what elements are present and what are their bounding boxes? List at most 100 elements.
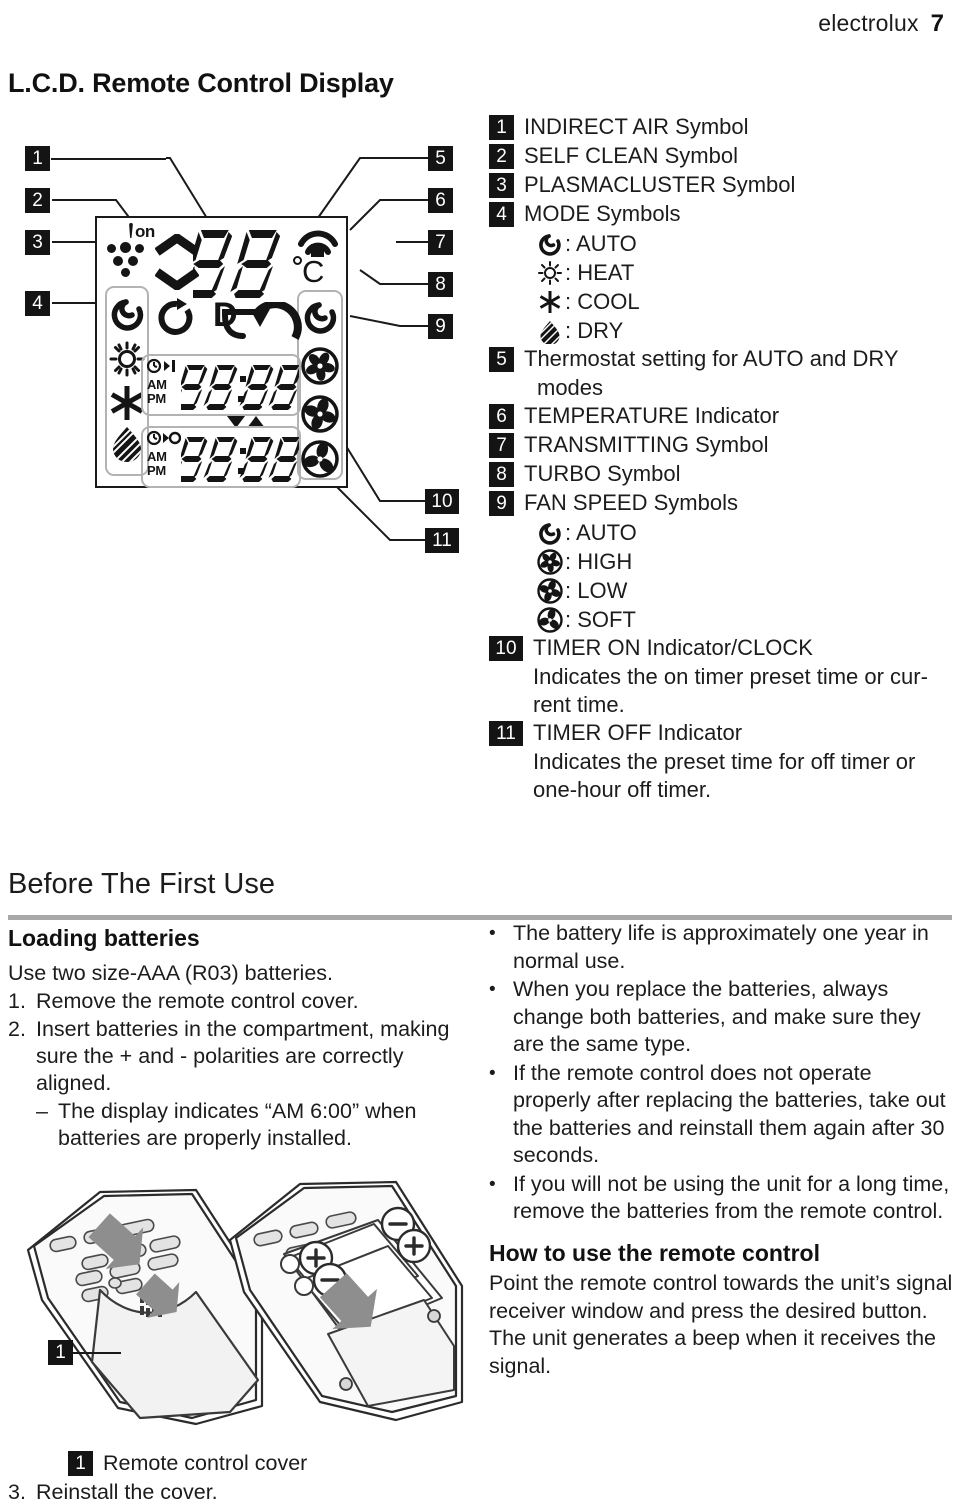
timer-off-clock-icon	[146, 430, 182, 446]
legend-badge-1: 1	[489, 115, 514, 140]
fan-symbol-soft: : SOFT	[537, 605, 954, 634]
bullet-icon: •	[489, 1062, 496, 1084]
fan-symbol-auto: : AUTO	[537, 518, 954, 547]
fan-auto-spiral-icon	[304, 302, 337, 334]
figure-cover-caption: 1 Remote control cover	[68, 1450, 478, 1477]
legend-label-1: INDIRECT AIR Symbol	[524, 114, 749, 139]
how-to-body: Point the remote control towards the uni…	[489, 1271, 953, 1378]
timer-on-clock-icon	[146, 358, 175, 374]
callout-badge-2: 2	[25, 188, 50, 213]
step-3-text: Reinstall the cover.	[36, 1480, 218, 1504]
legend-badge-9: 9	[489, 491, 514, 516]
legend-badge-5: 5	[489, 347, 514, 372]
fan-low-icon	[537, 577, 563, 604]
timer-on-am: AM	[147, 377, 167, 392]
timer-on-digits	[173, 363, 303, 416]
fan-auto-label: : AUTO	[565, 520, 637, 545]
fan-symbol-low: : LOW	[537, 576, 954, 605]
note-bullet-1: • The battery life is approximately one …	[489, 920, 954, 975]
note-text: The display indicates “AM 6:00” when bat…	[58, 1099, 417, 1150]
legend-badge-8: 8	[489, 462, 514, 487]
step-3: 3. Reinstall the cover.	[8, 1479, 478, 1506]
step-2-note: – The display indicates “AM 6:00” when b…	[36, 1098, 468, 1152]
step-2-number: 2.	[8, 1017, 26, 1041]
page-number: 7	[930, 10, 944, 37]
figure-footer: 1 Remote control cover 3. Reinstall the …	[8, 1450, 478, 1506]
swing-arrow-icon	[250, 302, 302, 340]
legend-list: 1 INDIRECT AIR Symbol 2 SELF CLEAN Symbo…	[489, 113, 954, 804]
callout-badge-1: 1	[25, 146, 50, 171]
legend-label-7: TRANSMITTING Symbol	[524, 432, 769, 457]
note-bullet-1-text: The battery life is approximately one ye…	[513, 921, 929, 973]
legend-label-4: MODE Symbols	[524, 201, 681, 226]
fan-low-label: : LOW	[565, 578, 628, 603]
note-bullet-3-text: If the remote control does not operate p…	[513, 1060, 946, 1168]
sun-icon	[537, 260, 563, 286]
callout-badge-4: 4	[25, 291, 50, 316]
brand-name: electrolux	[818, 10, 919, 36]
step-3-number: 3.	[8, 1480, 26, 1504]
batteries-intro: Use two size-AAA (R03) batteries.	[8, 961, 334, 985]
legend-item-2: 2 SELF CLEAN Symbol	[489, 142, 954, 170]
footer-cover-label: Remote control cover	[103, 1451, 308, 1475]
plasmacluster-on-label: on	[135, 222, 155, 241]
note-bullet-2-text: When you replace the batteries, always c…	[513, 977, 921, 1056]
legend-item-3: 3 PLASMACLUSTER Symbol	[489, 171, 954, 199]
legend-badge-11: 11	[489, 721, 523, 746]
step-2: 2. Insert batteries in the compartment, …	[8, 1016, 468, 1097]
droplet-icon	[537, 318, 563, 345]
fan-symbol-high: : HIGH	[537, 547, 954, 576]
legend-badge-2: 2	[489, 144, 514, 169]
legend-badge-4: 4	[489, 202, 514, 227]
auto-spiral-icon	[111, 299, 144, 331]
step-1-number: 1.	[8, 989, 26, 1013]
timer-on-row: AM PM	[141, 354, 303, 416]
before-first-use-title: Before The First Use	[8, 868, 276, 900]
bullet-icon: •	[489, 923, 496, 944]
snowflake-icon	[537, 289, 563, 315]
legend-item-5: 5 Thermostat setting for AUTO and DRY	[489, 345, 954, 373]
mode-dry-label: : DRY	[565, 318, 624, 343]
mode-cool-label: : COOL	[565, 289, 640, 314]
degree-symbol-icon	[293, 256, 302, 265]
fan-high-icon	[301, 347, 339, 385]
remote-front-view	[26, 1188, 264, 1426]
timer-on-labels: AM PM	[146, 358, 181, 406]
loading-batteries-subtitle: Loading batteries	[8, 925, 200, 951]
mode-symbol-dry: : DRY	[537, 316, 954, 345]
legend-label-8: TURBO Symbol	[524, 461, 681, 486]
how-to-subtitle: How to use the remote control	[489, 1239, 820, 1266]
step-1-text: Remove the remote control cover.	[36, 989, 359, 1013]
timer-off-digits	[173, 435, 303, 488]
legend-label-2: SELF CLEAN Symbol	[524, 143, 738, 168]
legend-badge-10: 10	[489, 636, 523, 661]
legend-label-6: TEMPERATURE Indicator	[524, 403, 780, 428]
figure-badge-1: 1	[48, 1340, 73, 1365]
legend-desc-11-line1: Indicates the preset time for off timer …	[533, 749, 916, 774]
auto-spiral-icon	[537, 231, 563, 257]
remote-back-view	[228, 1180, 464, 1422]
lcd-section-title: L.C.D. Remote Control Display	[8, 68, 394, 98]
fan-low-icon	[301, 395, 339, 433]
fan-soft-icon	[301, 440, 339, 478]
legend-item-11: 11 TIMER OFF Indicator	[489, 719, 954, 747]
legend-label-9: FAN SPEED Symbols	[524, 490, 738, 515]
legend-item-7: 7 TRANSMITTING Symbol	[489, 431, 954, 459]
fan-soft-icon	[537, 606, 563, 633]
legend-desc-11-line2: one-hour off timer.	[533, 777, 712, 802]
step-2-text: Insert batteries in the compartment, mak…	[36, 1017, 450, 1095]
mode-auto-label: : AUTO	[565, 231, 637, 256]
bullet-icon: •	[489, 1173, 496, 1195]
celsius-label: C	[302, 254, 325, 289]
note-bullet-4: • If you will not be using the unit for …	[489, 1171, 954, 1226]
remote-control-illustration	[26, 1180, 464, 1426]
page-header: electrolux 7	[818, 10, 944, 38]
legend-label-11: TIMER OFF Indicator	[533, 720, 743, 745]
step-1: 1. Remove the remote control cover.	[8, 988, 468, 1015]
legend-label-10: TIMER ON Indicator/CLOCK	[533, 635, 813, 660]
mode-symbol-auto: : AUTO	[537, 229, 954, 258]
mode-symbol-heat: : HEAT	[537, 258, 954, 287]
timer-off-labels: AM PM	[146, 430, 182, 478]
legend-label-3: PLASMACLUSTER Symbol	[524, 172, 796, 197]
fan-soft-label: : SOFT	[565, 607, 636, 632]
